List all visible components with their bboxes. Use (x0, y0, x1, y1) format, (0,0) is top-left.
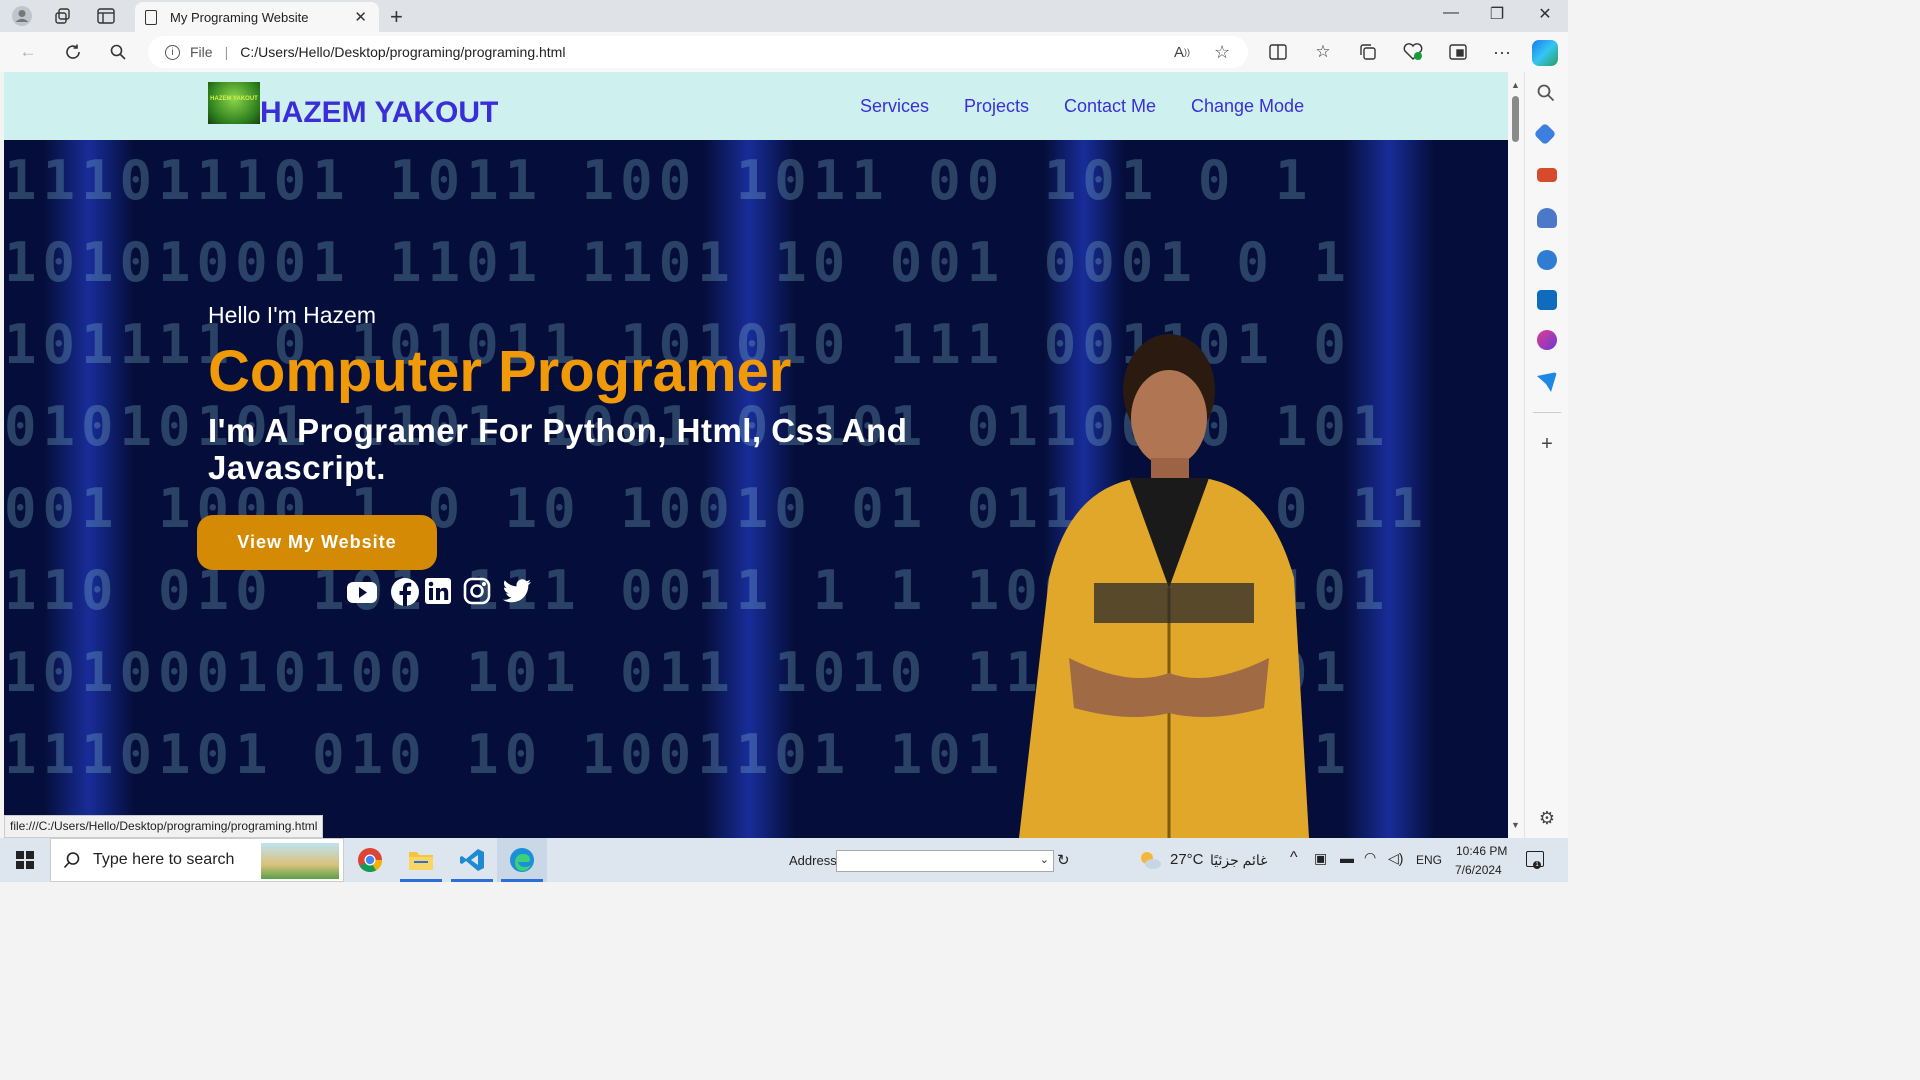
edge-sidebar: + ⚙ (1524, 72, 1568, 838)
instagram-icon[interactable] (463, 577, 493, 607)
logo-image[interactable]: HAZEM YAKOUT (208, 82, 260, 124)
chrome-icon[interactable] (345, 838, 395, 882)
vertical-tabs-icon[interactable] (95, 6, 117, 26)
input-language[interactable]: ENG (1416, 853, 1442, 867)
tab-my-programing-website[interactable]: My Programing Website ✕ (135, 2, 379, 32)
scrollbar-thumb[interactable] (1512, 96, 1519, 142)
weather-description[interactable]: غائم جزئيًا (1210, 852, 1267, 869)
outlook-icon[interactable] (1537, 290, 1557, 310)
page-icon (145, 9, 157, 25)
collections-icon[interactable] (1356, 40, 1380, 64)
restore-button[interactable]: ❐ (1482, 4, 1512, 24)
security-tray-icon[interactable]: ▣ (1314, 850, 1327, 867)
address-dropdown-icon[interactable]: ⌄ (1040, 853, 1049, 866)
copilot-icon[interactable] (1532, 40, 1558, 66)
microsoft-365-icon[interactable] (1537, 250, 1557, 270)
taskbar-search-box[interactable]: Type here to search (50, 838, 344, 882)
close-tab-icon[interactable]: ✕ (354, 8, 367, 26)
weather-temperature[interactable]: 27°C (1170, 851, 1204, 868)
back-button[interactable]: ← (16, 40, 40, 64)
nav-projects[interactable]: Projects (964, 96, 1029, 117)
profile-icon[interactable] (11, 6, 33, 26)
clock-date[interactable]: 7/6/2024 (1455, 863, 1502, 877)
volume-icon[interactable]: ◁) (1388, 850, 1403, 867)
refresh-button[interactable] (61, 40, 85, 64)
address-url[interactable]: C:/Users/Hello/Desktop/programing/progra… (240, 44, 565, 60)
page-viewport: HAZEM YAKOUT HAZEM YAKOUT Services Proje… (4, 72, 1508, 838)
nav-services[interactable]: Services (860, 96, 929, 117)
drop-icon[interactable] (1537, 372, 1557, 392)
read-aloud-icon[interactable]: A)) (1174, 36, 1190, 68)
hero-section: 111011101 1011 100 1011 00 101 0 1 10101… (4, 140, 1508, 838)
address-go-icon[interactable]: ↻ (1057, 851, 1070, 869)
vscode-icon[interactable] (447, 838, 497, 882)
games-icon[interactable] (1537, 208, 1557, 228)
windows-start-icon[interactable] (0, 838, 50, 882)
weather-icon[interactable] (1138, 850, 1162, 870)
minimize-button[interactable]: — (1436, 4, 1466, 22)
taskbar-search-placeholder: Type here to search (93, 851, 235, 868)
sidebar-search-icon[interactable] (1537, 84, 1557, 104)
shopping-tag-icon[interactable] (1533, 122, 1557, 146)
browser-title-bar: My Programing Website ✕ + — ❐ ✕ (0, 0, 1568, 32)
screenshot-icon[interactable] (1446, 40, 1470, 64)
taskbar-search-icon (63, 852, 80, 869)
scroll-up-arrow[interactable]: ▲ (1511, 80, 1520, 90)
linkedin-icon[interactable] (424, 577, 454, 607)
address-separator: | (224, 44, 229, 60)
designer-icon[interactable] (1537, 330, 1557, 350)
windows-taskbar: Type here to search Address ⌄ ↻ 27°C غائ… (0, 838, 1568, 882)
more-menu-icon[interactable]: ··· (1490, 40, 1514, 64)
search-highlight-image (261, 843, 339, 879)
youtube-icon[interactable] (346, 577, 377, 607)
page-scrollbar[interactable]: ▲ ▼ (1508, 72, 1524, 838)
profile-photo (1019, 334, 1309, 838)
hero-greeting: Hello I'm Hazem (208, 302, 376, 328)
favorite-star-icon[interactable]: ☆ (1214, 36, 1230, 68)
address-bar[interactable]: i File | C:/Users/Hello/Desktop/programi… (148, 36, 1248, 68)
clock-time[interactable]: 10:46 PM (1456, 844, 1507, 858)
nav-contact-me[interactable]: Contact Me (1064, 96, 1156, 117)
scroll-down-arrow[interactable]: ▼ (1511, 820, 1520, 830)
new-tab-button[interactable]: + (390, 4, 403, 30)
tab-title: My Programing Website (170, 9, 309, 25)
file-explorer-icon[interactable] (396, 838, 446, 882)
view-my-website-button[interactable]: View My Website (197, 515, 437, 570)
favorites-icon[interactable]: ☆ (1311, 40, 1335, 64)
browser-toolbar: ← i File | C:/Users/Hello/Desktop/progra… (0, 32, 1568, 72)
site-header: HAZEM YAKOUT HAZEM YAKOUT Services Proje… (4, 72, 1508, 140)
wifi-icon[interactable]: ◠ (1364, 849, 1376, 866)
close-window-button[interactable]: ✕ (1530, 4, 1560, 24)
address-scheme: File (190, 44, 213, 60)
split-screen-icon[interactable] (1266, 40, 1290, 64)
browser-essentials-icon[interactable] (1401, 40, 1425, 64)
sidebar-divider (1533, 412, 1561, 413)
battery-icon[interactable]: ▬ (1340, 850, 1354, 866)
sidebar-settings-icon[interactable]: ⚙ (1537, 808, 1557, 828)
add-sidebar-app-icon[interactable]: + (1537, 434, 1557, 454)
show-hidden-icons-chevron-icon[interactable]: ^ (1290, 849, 1298, 867)
address-toolbar-input[interactable]: ⌄ (836, 850, 1054, 872)
workspaces-icon[interactable] (52, 6, 74, 26)
facebook-icon[interactable] (390, 577, 420, 607)
nav-change-mode[interactable]: Change Mode (1191, 96, 1304, 117)
site-info-icon[interactable]: i (165, 44, 180, 60)
logo-text[interactable]: HAZEM YAKOUT (260, 96, 498, 130)
address-toolbar-label: Address (789, 853, 837, 868)
status-bar-url: file:///C:/Users/Hello/Desktop/programin… (4, 815, 324, 838)
twitter-icon[interactable] (502, 577, 532, 607)
search-icon[interactable] (106, 40, 130, 64)
edge-icon[interactable] (497, 838, 547, 882)
hero-headline: Computer Programer (208, 339, 792, 404)
notifications-icon[interactable]: 1 (1526, 851, 1544, 869)
tools-icon[interactable] (1537, 168, 1557, 182)
hero-tagline: I'm A Programer For Python, Html, Css An… (208, 412, 908, 486)
